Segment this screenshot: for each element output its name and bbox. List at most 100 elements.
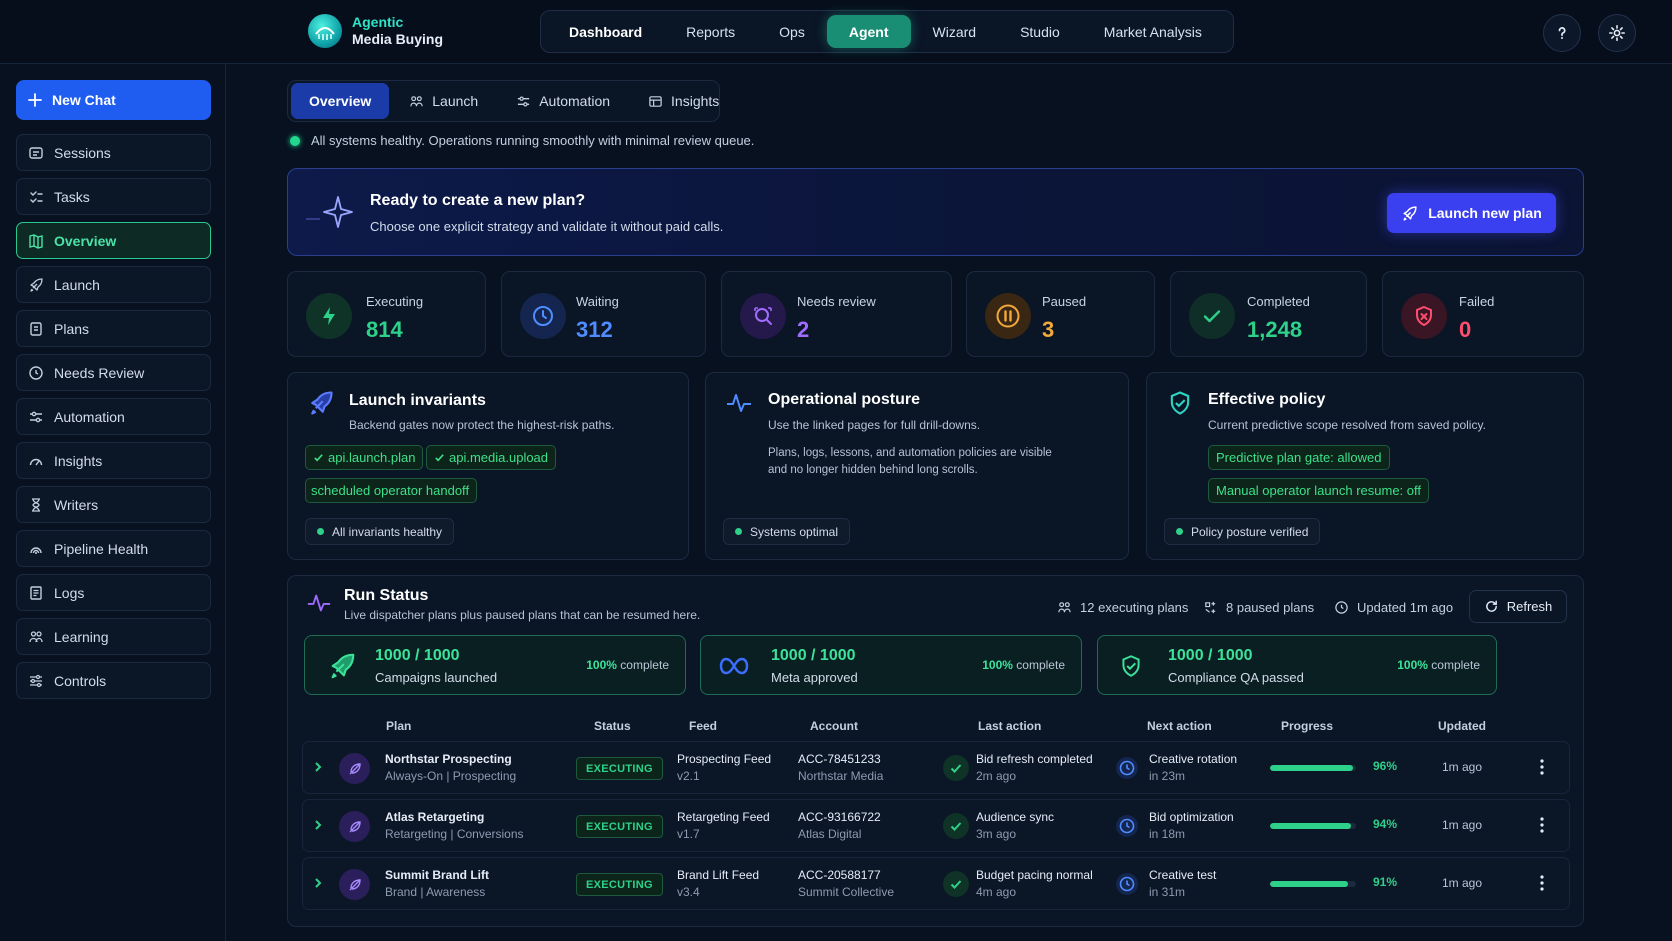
sidebar-item-plans[interactable]: Plans: [16, 310, 211, 347]
table-row[interactable]: Northstar Prospecting Always-On | Prospe…: [302, 741, 1570, 794]
topnav-agent[interactable]: Agent: [826, 15, 911, 48]
plan-name: Northstar Prospecting: [385, 752, 512, 766]
new-chat-button[interactable]: New Chat: [16, 80, 211, 120]
sidebar-item-writers[interactable]: Writers: [16, 486, 211, 523]
status-dot: [290, 135, 300, 146]
sidebar-item-learning[interactable]: Learning: [16, 618, 211, 655]
topnav-studio[interactable]: Studio: [998, 15, 1082, 48]
check-icon: [943, 871, 969, 897]
column-header[interactable]: Status: [594, 719, 631, 733]
sidebar-item-tasks[interactable]: Tasks: [16, 178, 211, 215]
stat-executing[interactable]: Executing 814: [287, 271, 486, 357]
next-action-time: in 23m: [1149, 769, 1186, 783]
status-dot: [1176, 528, 1183, 535]
meta-text: Updated 1m ago: [1357, 600, 1454, 615]
table-row[interactable]: Atlas Retargeting Retargeting | Conversi…: [302, 799, 1570, 852]
invariant-chip: api.media.upload: [426, 445, 557, 470]
sidebar-item-needs-review[interactable]: Needs Review: [16, 354, 211, 391]
refresh-button[interactable]: Refresh: [1469, 590, 1567, 623]
kpi-percent: 100% complete: [982, 658, 1065, 672]
sidebar-item-launch[interactable]: Launch: [16, 266, 211, 303]
stat-value: 312: [576, 317, 613, 342]
review-search-icon: [740, 293, 786, 339]
tab-automation[interactable]: Automation: [498, 83, 628, 119]
column-header[interactable]: Feed: [689, 719, 717, 733]
tasks-icon: [28, 189, 44, 205]
sidebar-item-overview[interactable]: Overview: [16, 222, 211, 259]
banner-title: Ready to create a new plan?: [370, 192, 586, 209]
kpi-compliance-qa: 1000 / 1000 Compliance QA passed 100% co…: [1097, 635, 1497, 695]
stat-label: Failed: [1459, 294, 1495, 309]
sparkle-icon: [302, 187, 358, 237]
stat-failed[interactable]: Failed 0: [1382, 271, 1584, 357]
status-badge: EXECUTING: [576, 815, 663, 838]
column-header[interactable]: Account: [810, 719, 858, 733]
status-dot: [735, 528, 742, 535]
stat-paused[interactable]: Paused 3: [966, 271, 1155, 357]
feed-version: v1.7: [677, 827, 700, 841]
stat-completed[interactable]: Completed 1,248: [1170, 271, 1367, 357]
help-button[interactable]: [1543, 14, 1581, 52]
plan-sub: Always-On | Prospecting: [385, 769, 517, 783]
topnav-ops[interactable]: Ops: [757, 15, 827, 48]
sidebar-item-label: Pipeline Health: [54, 540, 149, 557]
sidebar-item-sessions[interactable]: Sessions: [16, 134, 211, 171]
progress-fill: [1270, 881, 1349, 887]
stat-needs-review[interactable]: Needs review 2: [721, 271, 952, 357]
clock-icon: [1115, 814, 1139, 838]
sidebar-item-pipeline-health[interactable]: Pipeline Health: [16, 530, 211, 567]
stat-value: 1,248: [1247, 317, 1303, 342]
top-bar: Agentic Media Buying Dashboard Reports O…: [0, 0, 1672, 64]
plus-icon: [28, 93, 42, 107]
topnav-dashboard[interactable]: Dashboard: [547, 15, 664, 48]
tab-overview[interactable]: Overview: [291, 83, 390, 119]
sidebar-item-controls[interactable]: Controls: [16, 662, 211, 699]
sidebar-item-insights[interactable]: Insights: [16, 442, 211, 479]
more-vertical-icon[interactable]: [1539, 874, 1545, 892]
topnav-market-analysis[interactable]: Market Analysis: [1082, 15, 1224, 48]
kpi-value: 1000 / 1000: [375, 647, 460, 664]
help-icon: [1553, 24, 1571, 42]
chevron-right-icon[interactable]: [313, 819, 323, 831]
check-icon: [313, 452, 324, 463]
settings-button[interactable]: [1598, 14, 1636, 52]
paused-plans-count: 8 paused plans: [1203, 600, 1314, 615]
policy-chip: Manual operator launch resume: off: [1208, 478, 1429, 503]
tab-insights[interactable]: Insights: [630, 83, 737, 119]
table-row[interactable]: Summit Brand Lift Brand | Awareness EXEC…: [302, 857, 1570, 910]
launch-new-plan-button[interactable]: Launch new plan: [1387, 193, 1556, 233]
chip-label: Manual operator launch resume: off: [1216, 483, 1421, 498]
executing-plans-count: 12 executing plans: [1057, 600, 1188, 615]
topnav-reports[interactable]: Reports: [664, 15, 757, 48]
shield-check-icon: [1118, 652, 1144, 680]
more-vertical-icon[interactable]: [1539, 758, 1545, 776]
document-icon: [28, 321, 44, 337]
app-logo[interactable]: Agentic Media Buying: [308, 14, 443, 48]
column-header[interactable]: Updated: [1438, 719, 1486, 733]
chevron-right-icon[interactable]: [313, 761, 323, 773]
stat-waiting[interactable]: Waiting 312: [501, 271, 706, 357]
banner-subtitle: Choose one explicit strategy and validat…: [370, 219, 724, 234]
sidebar-item-automation[interactable]: Automation: [16, 398, 211, 435]
column-header[interactable]: Plan: [386, 719, 411, 733]
tab-launch[interactable]: Launch: [391, 83, 496, 119]
sidebar-item-label: Sessions: [54, 144, 111, 161]
sidebar-item-logs[interactable]: Logs: [16, 574, 211, 611]
sidebar: New Chat Sessions Tasks Overview Launch …: [0, 64, 226, 941]
more-vertical-icon[interactable]: [1539, 816, 1545, 834]
feed-name: Retargeting Feed: [677, 810, 770, 824]
kpi-label: Campaigns launched: [375, 670, 498, 685]
account-name: Northstar Media: [798, 769, 884, 783]
refresh-icon: [1484, 599, 1499, 614]
column-header[interactable]: Next action: [1147, 719, 1212, 733]
chip-label: api.launch.plan: [328, 450, 416, 465]
column-header[interactable]: Progress: [1281, 719, 1333, 733]
column-header[interactable]: Last action: [978, 719, 1041, 733]
stat-value: 0: [1459, 317, 1472, 342]
tab-label: Launch: [432, 93, 479, 109]
topnav-wizard[interactable]: Wizard: [911, 15, 999, 48]
tab-label: Overview: [309, 93, 372, 109]
chevron-right-icon[interactable]: [313, 877, 323, 889]
status-dot: [317, 528, 324, 535]
launch-button-label: Launch new plan: [1428, 205, 1542, 221]
